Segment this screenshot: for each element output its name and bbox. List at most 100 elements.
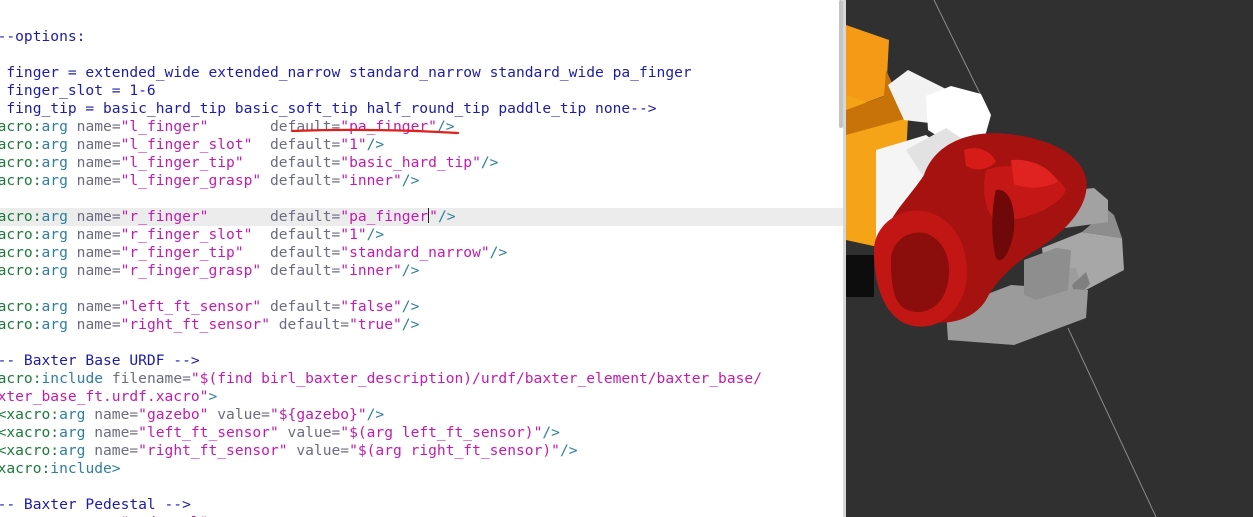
code-token: name= bbox=[76, 298, 121, 315]
code-token: /> bbox=[489, 244, 508, 261]
code-token: "false" bbox=[340, 298, 402, 315]
code-line[interactable]: <xacro:arg name="gazebo" value="${gazebo… bbox=[0, 406, 843, 424]
code-token: baxter_base_ft.urdf.xacro" bbox=[0, 388, 209, 405]
code-token: /> bbox=[401, 298, 420, 315]
code-token: default= bbox=[261, 298, 341, 315]
code-line[interactable]: <xacro:arg name="right_ft_sensor" value=… bbox=[0, 442, 843, 460]
code-token: /> bbox=[366, 226, 385, 243]
code-token: /> bbox=[401, 172, 420, 189]
code-token: arg bbox=[41, 316, 77, 333]
code-token: /> bbox=[366, 136, 385, 153]
code-token: "r_finger_tip" bbox=[120, 244, 244, 261]
code-token: <xacro: bbox=[0, 172, 42, 189]
code-token: "r_finger_slot" bbox=[120, 226, 253, 243]
code-token: <!-- Baxter Pedestal --> bbox=[0, 496, 191, 513]
code-token: <!--options: bbox=[0, 28, 86, 45]
code-line[interactable]: <xacro:arg name="l_finger_slot" default=… bbox=[0, 136, 843, 154]
code-token: name= bbox=[94, 406, 139, 423]
code-token: default= bbox=[243, 154, 341, 171]
code-token: <xacro: bbox=[0, 316, 42, 333]
code-line[interactable]: <!--options: bbox=[0, 28, 843, 46]
code-editor[interactable]: <!--options: finger = extended_wide exte… bbox=[0, 0, 843, 517]
code-line[interactable] bbox=[0, 334, 843, 352]
code-token: <xacro: bbox=[0, 262, 42, 279]
code-token: arg bbox=[41, 298, 77, 315]
code-token: <xacro: bbox=[0, 244, 42, 261]
code-line[interactable] bbox=[0, 46, 843, 64]
code-line[interactable]: baxter_base_ft.urdf.xacro"> bbox=[0, 388, 843, 406]
code-line[interactable]: <xacro:include filename="$(find birl_bax… bbox=[0, 370, 843, 388]
code-token: "1" bbox=[340, 226, 367, 243]
code-token: "l_finger_tip" bbox=[120, 154, 244, 171]
code-token: <xacro: bbox=[0, 118, 42, 135]
code-token: arg bbox=[41, 262, 77, 279]
code-token: arg bbox=[41, 118, 77, 135]
code-token: /> bbox=[542, 424, 560, 441]
code-token: arg bbox=[59, 442, 95, 459]
code-token: <xacro: bbox=[0, 226, 42, 243]
code-token: "inner" bbox=[340, 172, 402, 189]
code-token: default= bbox=[252, 136, 341, 153]
code-token: name= bbox=[76, 208, 121, 225]
code-token: "l_finger_grasp" bbox=[120, 172, 262, 189]
code-line[interactable]: <xacro:arg name="r_finger" default="pa_f… bbox=[0, 208, 843, 226]
code-token: <xacro: bbox=[0, 406, 60, 423]
code-token: default= bbox=[243, 244, 341, 261]
code-token: "r_finger" bbox=[120, 208, 209, 225]
code-line[interactable]: <xacro:arg name="r_finger_grasp" default… bbox=[0, 262, 843, 280]
code-token: "right_ft_sensor" bbox=[138, 442, 288, 459]
code-token: "gazebo" bbox=[138, 406, 209, 423]
code-token: value= bbox=[278, 424, 341, 441]
code-token: filename= bbox=[111, 370, 191, 387]
code-token: "right_ft_sensor" bbox=[120, 316, 270, 333]
code-line[interactable] bbox=[0, 190, 843, 208]
code-token: <!-- Baxter Base URDF --> bbox=[0, 352, 200, 369]
code-token: name= bbox=[76, 244, 121, 261]
code-line[interactable]: <xacro:arg name="right_ft_sensor" defaul… bbox=[0, 316, 843, 334]
code-token: fing_tip = basic_hard_tip basic_soft_tip… bbox=[0, 100, 657, 117]
code-line[interactable]: <!-- Baxter Base URDF --> bbox=[0, 352, 843, 370]
code-token: /> bbox=[437, 208, 456, 225]
code-line[interactable]: <!-- Baxter Pedestal --> bbox=[0, 496, 843, 514]
annotation-underline bbox=[290, 128, 460, 135]
code-token: default= bbox=[261, 172, 341, 189]
code-token: name= bbox=[76, 136, 121, 153]
code-line[interactable]: <xacro:arg name="r_finger_tip" default="… bbox=[0, 244, 843, 262]
gripper-model bbox=[846, 0, 1157, 517]
code-token: default= bbox=[269, 316, 350, 333]
code-token: <xacro: bbox=[0, 424, 60, 441]
code-token: "1" bbox=[340, 136, 367, 153]
code-token: "basic_hard_tip" bbox=[340, 154, 481, 171]
code-token: /> bbox=[366, 406, 385, 423]
code-token: name= bbox=[76, 172, 121, 189]
code-token: "left_ft_sensor" bbox=[138, 424, 279, 441]
code-line[interactable]: finger = extended_wide extended_narrow s… bbox=[0, 64, 843, 82]
code-line[interactable]: </xacro:include> bbox=[0, 460, 843, 478]
3d-viewport[interactable] bbox=[846, 0, 1253, 517]
code-line[interactable] bbox=[0, 280, 843, 298]
code-line[interactable]: <xacro:arg name="left_ft_sensor" value="… bbox=[0, 424, 843, 442]
code-token: name= bbox=[76, 226, 121, 243]
code-token: finger = extended_wide extended_narrow s… bbox=[0, 64, 692, 81]
code-token: <xacro: bbox=[0, 154, 42, 171]
code-line[interactable]: <xacro:arg name="r_finger_slot" default=… bbox=[0, 226, 843, 244]
code-line[interactable]: finger_slot = 1-6 bbox=[0, 82, 843, 100]
code-token: name= bbox=[76, 118, 121, 135]
code-token: arg bbox=[59, 406, 95, 423]
code-token: default= bbox=[261, 262, 341, 279]
code-token: "standard_narrow" bbox=[340, 244, 490, 261]
code-token: "pa_finger bbox=[340, 208, 429, 225]
code-token: "$(find birl_baxter_description)/urdf/ba… bbox=[190, 370, 762, 387]
code-token: <xacro: bbox=[0, 298, 42, 315]
code-token: arg bbox=[41, 226, 77, 243]
code-line[interactable]: <xacro:arg name="left_ft_sensor" default… bbox=[0, 298, 843, 316]
code-token: arg bbox=[41, 136, 77, 153]
code-token: arg bbox=[41, 208, 77, 225]
code-token: "inner" bbox=[340, 262, 402, 279]
code-token: <xacro: bbox=[0, 208, 42, 225]
code-line[interactable]: fing_tip = basic_hard_tip basic_soft_tip… bbox=[0, 100, 843, 118]
code-line[interactable] bbox=[0, 478, 843, 496]
code-token: arg bbox=[59, 424, 95, 441]
code-line[interactable]: <xacro:arg name="l_finger_grasp" default… bbox=[0, 172, 843, 190]
code-line[interactable]: <xacro:arg name="l_finger_tip" default="… bbox=[0, 154, 843, 172]
